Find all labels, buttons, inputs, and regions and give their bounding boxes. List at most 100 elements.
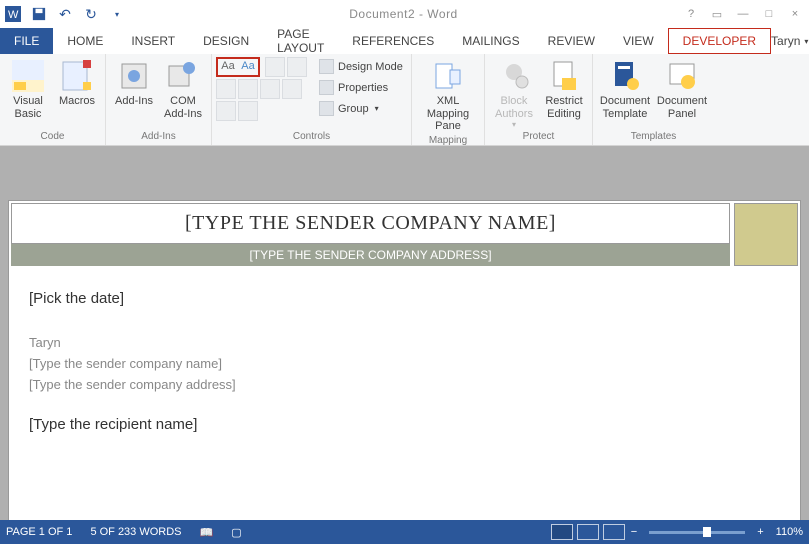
xml-mapping-button[interactable]: XML Mapping Pane [416,56,480,133]
templates-group-label: Templates [597,129,710,145]
macro-rec-icon[interactable]: ▢ [231,526,241,539]
protect-group-label: Protect [489,129,588,145]
group-protect: Block Authors▾ Restrict Editing Protect [485,54,593,145]
letterhead: [TYPE THE SENDER COMPANY NAME] [TYPE THE… [11,203,798,266]
date-control-button[interactable] [282,79,302,99]
word-count[interactable]: 5 OF 233 WORDS [90,526,181,538]
redo-icon[interactable]: ↻ [80,3,102,25]
tab-references[interactable]: REFERENCES [338,28,448,54]
com-addins-button[interactable]: COM Add-Ins [159,56,207,120]
tab-insert[interactable]: INSERT [117,28,189,54]
page[interactable]: [TYPE THE SENDER COMPANY NAME] [TYPE THE… [8,200,801,520]
group-button[interactable]: Group▾ [315,98,407,119]
maximize-icon[interactable]: □ [757,4,781,25]
tab-view[interactable]: VIEW [609,28,668,54]
macros-button[interactable]: Macros [53,56,101,108]
tab-review[interactable]: REVIEW [534,28,609,54]
document-area[interactable]: [TYPE THE SENDER COMPANY NAME] [TYPE THE… [0,146,809,520]
repeat-control-button[interactable] [216,101,236,121]
tab-layout[interactable]: PAGE LAYOUT [263,28,338,54]
qat-dropdown-icon[interactable]: ▾ [106,3,128,25]
tab-file[interactable]: FILE [0,28,53,54]
web-layout-icon[interactable] [603,524,625,540]
undo-icon[interactable]: ↶ [54,3,76,25]
restrict-label: Restrict Editing [545,95,582,120]
building-block-control-button[interactable] [287,57,307,77]
word-icon: W [2,3,24,25]
user-dropdown-icon[interactable]: ▾ [804,37,808,46]
chevron-down-icon: ▾ [512,120,516,129]
properties-button[interactable]: Properties [315,77,407,98]
chevron-down-icon: ▾ [375,104,379,113]
group-icon [319,101,334,116]
addins-group-label: Add-Ins [110,129,207,145]
letter-body: [Pick the date] Taryn [Type the sender c… [9,268,800,461]
xml-label: XML Mapping Pane [416,95,480,133]
quick-access-toolbar: W ↶ ↻ ▾ [2,3,128,25]
close-icon[interactable]: × [783,4,807,25]
design-mode-button[interactable]: Design Mode [315,56,407,77]
help-icon[interactable]: ? [679,4,703,25]
author-field[interactable]: Taryn [29,335,780,350]
window-title: Document2 - Word [128,7,679,21]
page-count[interactable]: PAGE 1 OF 1 [6,526,72,538]
tab-design[interactable]: DESIGN [189,28,263,54]
checkbox-control-button[interactable] [216,79,236,99]
title-bar: W ↶ ↻ ▾ Document2 - Word ? ▭ — □ × [0,0,809,28]
group-templates: Document Template Document Panel Templat… [593,54,714,145]
tab-mailings[interactable]: MAILINGS [448,28,533,54]
block-authors-button: Block Authors▾ [489,56,539,129]
doc-template-button[interactable]: Document Template [597,56,653,120]
com-addins-label: COM Add-Ins [164,95,202,120]
group-addins: Add-Ins COM Add-Ins Add-Ins [106,54,212,145]
sender-company-name[interactable]: [TYPE THE SENDER COMPANY NAME] [11,203,730,244]
zoom-in-button[interactable]: + [757,526,763,538]
visual-basic-button[interactable]: Visual Basic [4,56,52,120]
zoom-thumb[interactable] [703,527,711,537]
print-layout-icon[interactable] [577,524,599,540]
design-mode-icon [319,59,334,74]
addins-button[interactable]: Add-Ins [110,56,158,108]
restrict-editing-button[interactable]: Restrict Editing [540,56,588,120]
tab-developer[interactable]: DEVELOPER [668,28,771,54]
read-mode-icon[interactable] [551,524,573,540]
ribbon: Visual Basic Macros Code Add-Ins COM Add… [0,54,809,146]
plain-text-control-button[interactable]: Aa [239,60,257,74]
logo-placeholder[interactable] [734,203,798,266]
code-group-label: Code [4,129,101,145]
group-code: Visual Basic Macros Code [0,54,106,145]
controls-gallery: Aa Aa Design Mode Properties Group▾ [216,56,407,122]
aa-highlight: Aa Aa [216,57,260,77]
minimize-icon[interactable]: — [731,4,755,25]
vb-label: Visual Basic [13,95,43,120]
block-label: Block Authors [495,95,533,120]
zoom-slider[interactable] [649,531,745,534]
sender-company-address[interactable]: [TYPE THE SENDER COMPANY ADDRESS] [11,244,730,266]
sender-name-field[interactable]: [Type the sender company name] [29,356,780,371]
user-name[interactable]: Taryn [771,34,800,48]
group-controls: Aa Aa Design Mode Properties Group▾ Cont… [212,54,412,145]
svg-text:W: W [8,9,19,21]
legacy-tools-button[interactable] [238,101,258,121]
dropdown-control-button[interactable] [260,79,280,99]
save-icon[interactable] [28,3,50,25]
tab-home[interactable]: HOME [53,28,117,54]
sender-addr-field[interactable]: [Type the sender company address] [29,377,780,392]
proofing-icon[interactable]: 📖 [200,526,214,539]
status-bar: PAGE 1 OF 1 5 OF 233 WORDS 📖 ▢ − + 110% [0,520,809,544]
recipient-field[interactable]: [Type the recipient name] [29,416,780,433]
zoom-out-button[interactable]: − [631,526,637,538]
addins-label: Add-Ins [115,95,153,108]
doc-panel-button[interactable]: Document Panel [654,56,710,120]
group-mapping: XML Mapping Pane Mapping [412,54,485,145]
date-field[interactable]: [Pick the date] [29,290,780,307]
doc-template-label: Document Template [600,95,650,120]
window-controls: ? ▭ — □ × [679,4,807,25]
picture-control-button[interactable] [265,57,285,77]
rich-text-control-button[interactable]: Aa [219,60,237,74]
combo-control-button[interactable] [238,79,258,99]
controls-group-label: Controls [216,129,407,145]
zoom-level[interactable]: 110% [776,526,803,538]
ribbon-display-icon[interactable]: ▭ [705,4,729,25]
user-area: Taryn ▾ [771,28,809,54]
